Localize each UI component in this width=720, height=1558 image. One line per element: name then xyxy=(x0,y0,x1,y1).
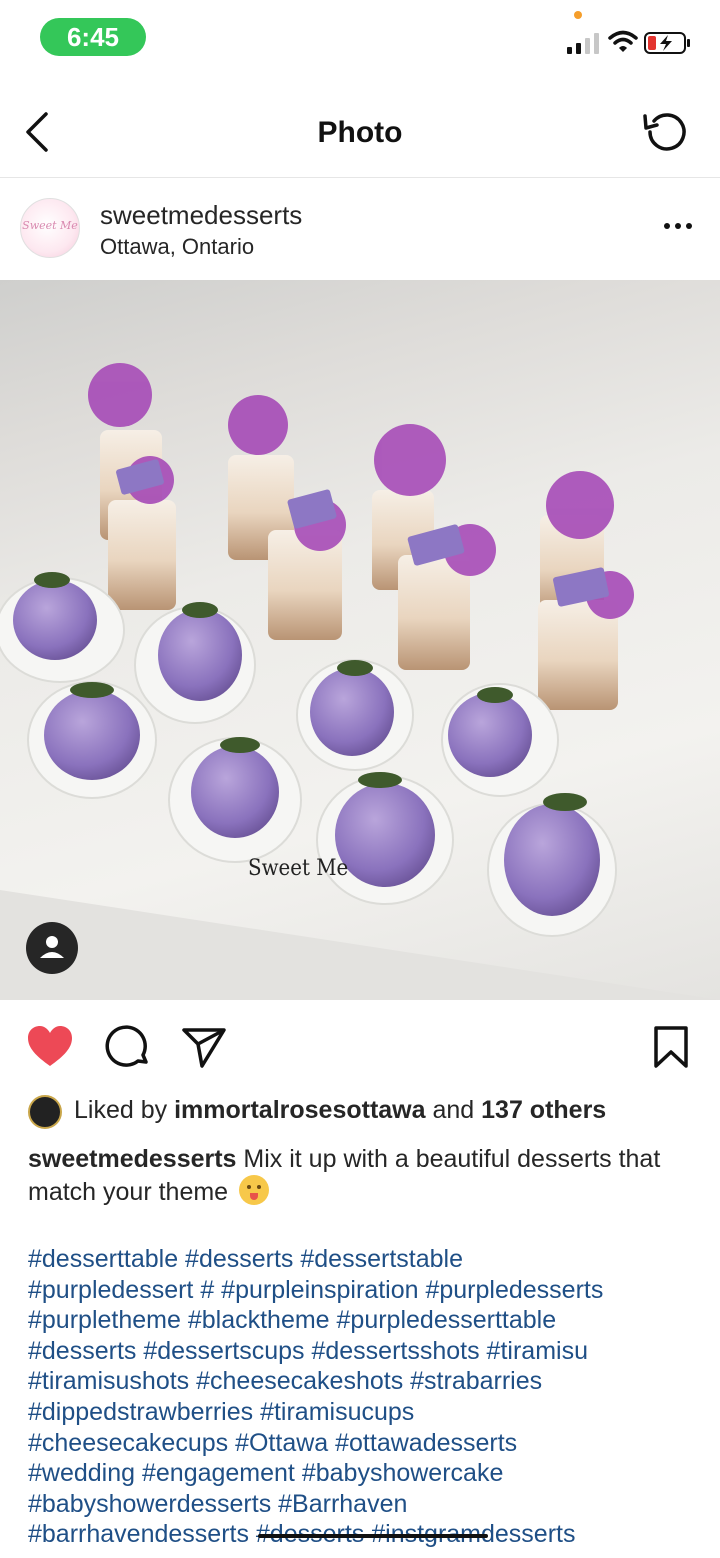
likes-others[interactable]: 137 others xyxy=(481,1096,606,1124)
post-actions xyxy=(0,1000,720,1090)
likes-text: Liked by immortalrosesottawa and 137 oth… xyxy=(74,1096,606,1125)
dessert-illustration xyxy=(0,363,720,1000)
hashtag-line[interactable]: #babyshowerdesserts #Barrhaven xyxy=(28,1489,708,1520)
bookmark-icon[interactable] xyxy=(648,1024,696,1070)
tagged-people-button[interactable] xyxy=(26,922,78,974)
hashtag-list: #desserttable #desserts #dessertstable #… xyxy=(28,1244,708,1550)
smiling-face-emoji-icon xyxy=(239,1175,270,1205)
post-photo[interactable] xyxy=(0,280,720,1000)
likes-middle: and xyxy=(425,1096,482,1124)
post-header: Sweet Me sweetmedesserts Ottawa, Ontario xyxy=(0,180,720,280)
heart-icon[interactable] xyxy=(26,1024,74,1070)
privacy-indicator-icon xyxy=(574,11,582,19)
likes-prefix: Liked by xyxy=(74,1096,175,1124)
liker-avatar[interactable] xyxy=(28,1095,62,1129)
avatar-logo-text: Sweet Me xyxy=(22,219,78,232)
avatar[interactable]: Sweet Me xyxy=(20,198,80,258)
signal-icon xyxy=(567,33,599,54)
post-caption: sweetmedesserts Mix it up with a beautif… xyxy=(28,1144,698,1208)
person-icon xyxy=(40,936,64,958)
post-location[interactable]: Ottawa, Ontario xyxy=(100,234,254,260)
battery-icon xyxy=(644,32,690,54)
hashtag-line[interactable]: #purpletheme #blacktheme #purpledessertt… xyxy=(28,1305,708,1336)
hashtag-line[interactable]: #tiramisushots #cheesecakeshots #strabar… xyxy=(28,1366,708,1397)
comment-icon[interactable] xyxy=(104,1024,152,1070)
refresh-icon[interactable] xyxy=(640,112,690,156)
hashtag-line[interactable]: #dippedstrawberries #tiramisucups xyxy=(28,1397,708,1428)
likes-summary[interactable]: Liked by immortalrosesottawa and 137 oth… xyxy=(28,1092,708,1132)
caption-username[interactable]: sweetmedesserts xyxy=(28,1145,236,1173)
post-username[interactable]: sweetmedesserts xyxy=(100,200,302,231)
send-icon[interactable] xyxy=(180,1024,228,1070)
hashtag-line[interactable]: #cheesecakecups #Ottawa #ottawadesserts xyxy=(28,1428,708,1459)
photo-watermark: Sweet Me xyxy=(248,856,349,881)
page-title: Photo xyxy=(317,116,403,149)
hashtag-line[interactable]: #desserttable #desserts #dessertstable xyxy=(28,1244,708,1275)
strikethrough-mark xyxy=(258,1534,488,1539)
status-bar: 6:45 xyxy=(0,0,720,80)
more-icon[interactable] xyxy=(660,216,696,236)
hashtag-line[interactable]: #wedding #engagement #babyshowercake xyxy=(28,1458,708,1489)
hashtag-line[interactable]: #desserts #dessertscups #dessertsshots #… xyxy=(28,1336,708,1367)
status-time: 6:45 xyxy=(40,18,146,56)
hashtag-line-annotated: #barrhavendesserts #desserts #instgramde… xyxy=(28,1519,708,1550)
hashtag-line[interactable]: #purpledessert # #purpleinspiration #pur… xyxy=(28,1275,708,1306)
liker-username[interactable]: immortalrosesottawa xyxy=(174,1096,425,1124)
wifi-icon xyxy=(608,30,638,52)
top-nav: Photo xyxy=(0,90,720,178)
